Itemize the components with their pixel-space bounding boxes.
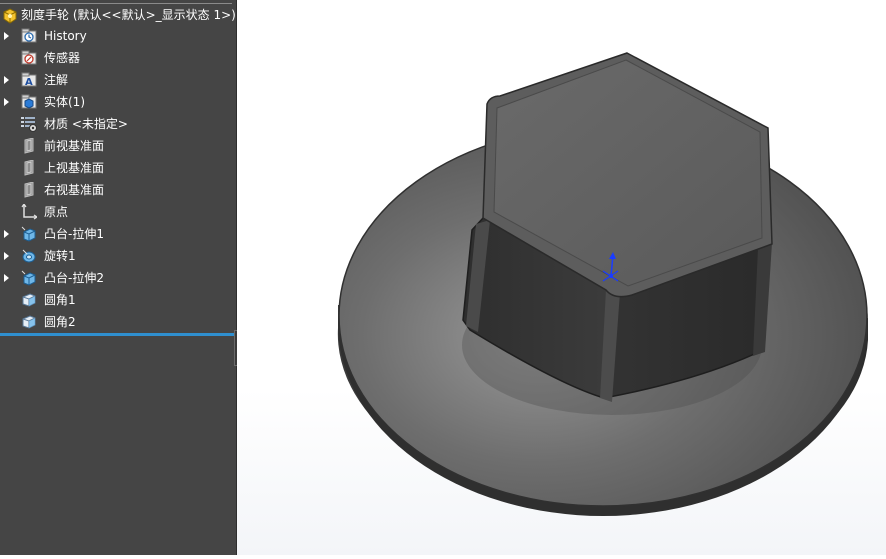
- plane-icon: [21, 137, 37, 154]
- tree-item-solid-bodies[interactable]: 实体(1): [0, 91, 236, 113]
- tree-item-label: 注解: [44, 73, 69, 87]
- tree-item-label: 旋转1: [44, 249, 76, 263]
- hex-boss: [462, 52, 773, 402]
- tree-root-part[interactable]: 刻度手轮 (默认<<默认>_显示状态 1>): [0, 4, 236, 26]
- tree-item-front-plane[interactable]: 前视基准面: [0, 135, 236, 157]
- tree-item-label: 右视基准面: [44, 183, 105, 197]
- svg-text:A: A: [25, 77, 33, 88]
- graphics-viewport[interactable]: [237, 0, 886, 555]
- tree-item-label: 圆角1: [44, 293, 76, 307]
- tree-item-history[interactable]: History: [0, 25, 236, 47]
- origin-icon: [21, 202, 39, 220]
- tree-item-label: History: [44, 29, 87, 43]
- tree-item-label: 圆角2: [44, 315, 76, 329]
- tree-item-right-plane[interactable]: 右视基准面: [0, 179, 236, 201]
- fillet-icon: [21, 314, 37, 330]
- tree-item-label: 凸台-拉伸1: [44, 227, 104, 241]
- tree-item-top-plane[interactable]: 上视基准面: [0, 157, 236, 179]
- material-icon: [21, 116, 37, 132]
- tree-item-label: 实体(1): [44, 95, 85, 109]
- tree-item-label: 凸台-拉伸2: [44, 271, 104, 285]
- annotation-icon: A: [21, 72, 37, 88]
- tree-item-revolve1[interactable]: 旋转1: [0, 245, 236, 267]
- tree-item-fillet2[interactable]: 圆角2: [0, 311, 236, 333]
- tree-item-label: 前视基准面: [44, 139, 105, 153]
- revolve-icon: [21, 248, 37, 264]
- tree-root-label: 刻度手轮 (默认<<默认>_显示状态 1>): [21, 8, 236, 22]
- part-icon: [1, 7, 17, 24]
- tree-item-boss-extrude1[interactable]: 凸台-拉伸1: [0, 223, 236, 245]
- history-icon: [21, 28, 37, 44]
- boss-extrude-icon: [21, 226, 37, 242]
- sensor-icon: [21, 50, 37, 66]
- expand-arrow-icon[interactable]: [4, 98, 9, 106]
- plane-icon: [21, 181, 37, 198]
- tree-item-origin[interactable]: 原点: [0, 201, 236, 223]
- rollback-bar[interactable]: [0, 333, 234, 336]
- expand-arrow-icon[interactable]: [4, 32, 9, 40]
- tree-item-label: 传感器: [44, 51, 81, 65]
- expand-arrow-icon[interactable]: [4, 76, 9, 84]
- model-view: [337, 52, 868, 516]
- expand-arrow-icon[interactable]: [4, 252, 9, 260]
- tree-item-annotations[interactable]: A 注解: [0, 69, 236, 91]
- tree-item-boss-extrude2[interactable]: 凸台-拉伸2: [0, 267, 236, 289]
- fillet-icon: [21, 292, 37, 308]
- tree-item-sensors[interactable]: 传感器: [0, 47, 236, 69]
- tree-item-label: 原点: [44, 205, 69, 219]
- tree-item-label: 材质 <未指定>: [44, 117, 128, 131]
- boss-extrude-icon: [21, 270, 37, 286]
- expand-arrow-icon[interactable]: [4, 230, 9, 238]
- tree-item-fillet1[interactable]: 圆角1: [0, 289, 236, 311]
- tree-item-material[interactable]: 材质 <未指定>: [0, 113, 236, 135]
- solid-bodies-icon: [21, 94, 37, 110]
- expand-arrow-icon[interactable]: [4, 274, 9, 282]
- feature-manager-tree: 刻度手轮 (默认<<默认>_显示状态 1>) History 传感器 A 注解 …: [0, 0, 237, 555]
- tree-item-label: 上视基准面: [44, 161, 105, 175]
- plane-icon: [21, 159, 37, 176]
